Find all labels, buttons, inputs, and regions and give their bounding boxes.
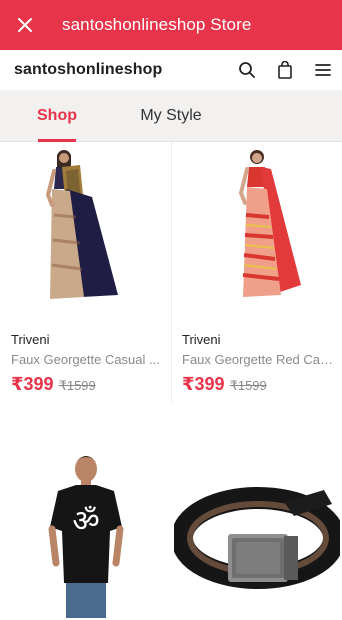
product-card[interactable]: ॐ bbox=[0, 440, 171, 620]
shop-brand-name: santoshonlineshop bbox=[14, 61, 163, 78]
svg-text:ॐ: ॐ bbox=[72, 504, 99, 539]
product-name: Faux Georgette Red Cas... bbox=[182, 352, 336, 367]
product-card[interactable]: Triveni Faux Georgette Red Cas... ₹399 ₹… bbox=[171, 142, 342, 402]
bag-icon bbox=[278, 61, 292, 79]
app-header: santoshonlineshop bbox=[0, 50, 342, 90]
product-price: ₹399 bbox=[182, 374, 225, 394]
product-brand: Triveni bbox=[11, 332, 50, 347]
price-row: ₹399 ₹1599 bbox=[182, 374, 336, 395]
product-price: ₹399 bbox=[11, 374, 54, 394]
product-image-red-saree[interactable] bbox=[171, 142, 342, 307]
tab-my-style-label: My Style bbox=[140, 107, 202, 124]
search-icon bbox=[239, 62, 255, 78]
tab-my-style[interactable]: My Style bbox=[130, 90, 212, 142]
bag-button[interactable] bbox=[266, 50, 304, 90]
product-image-navy-saree[interactable] bbox=[0, 142, 171, 307]
product-card[interactable] bbox=[171, 440, 342, 620]
menu-button[interactable] bbox=[304, 50, 342, 90]
tab-bar: Shop My Style bbox=[0, 90, 342, 142]
product-mrp: ₹1599 bbox=[229, 378, 267, 393]
product-info: Triveni Faux Georgette Red Cas... ₹399 ₹… bbox=[182, 332, 336, 395]
price-row: ₹399 ₹1599 bbox=[11, 374, 165, 395]
product-image-black-tshirt[interactable]: ॐ bbox=[0, 440, 171, 620]
tab-shop[interactable]: Shop bbox=[30, 90, 84, 142]
menu-icon bbox=[315, 64, 331, 76]
product-card[interactable]: Triveni Faux Georgette Casual ... ₹399 ₹… bbox=[0, 142, 171, 402]
close-icon bbox=[18, 18, 32, 32]
store-title: santoshonlineshop Store bbox=[62, 15, 252, 34]
product-name: Faux Georgette Casual ... bbox=[11, 352, 160, 367]
product-image-leather-belt[interactable] bbox=[171, 440, 342, 620]
search-button[interactable] bbox=[228, 50, 266, 90]
product-mrp: ₹1599 bbox=[58, 378, 96, 393]
product-brand: Triveni bbox=[182, 332, 221, 347]
product-info: Triveni Faux Georgette Casual ... ₹399 ₹… bbox=[11, 332, 165, 395]
close-button[interactable] bbox=[0, 0, 50, 50]
tab-shop-label: Shop bbox=[37, 107, 77, 124]
store-title-bar: santoshonlineshop Store bbox=[0, 0, 342, 50]
